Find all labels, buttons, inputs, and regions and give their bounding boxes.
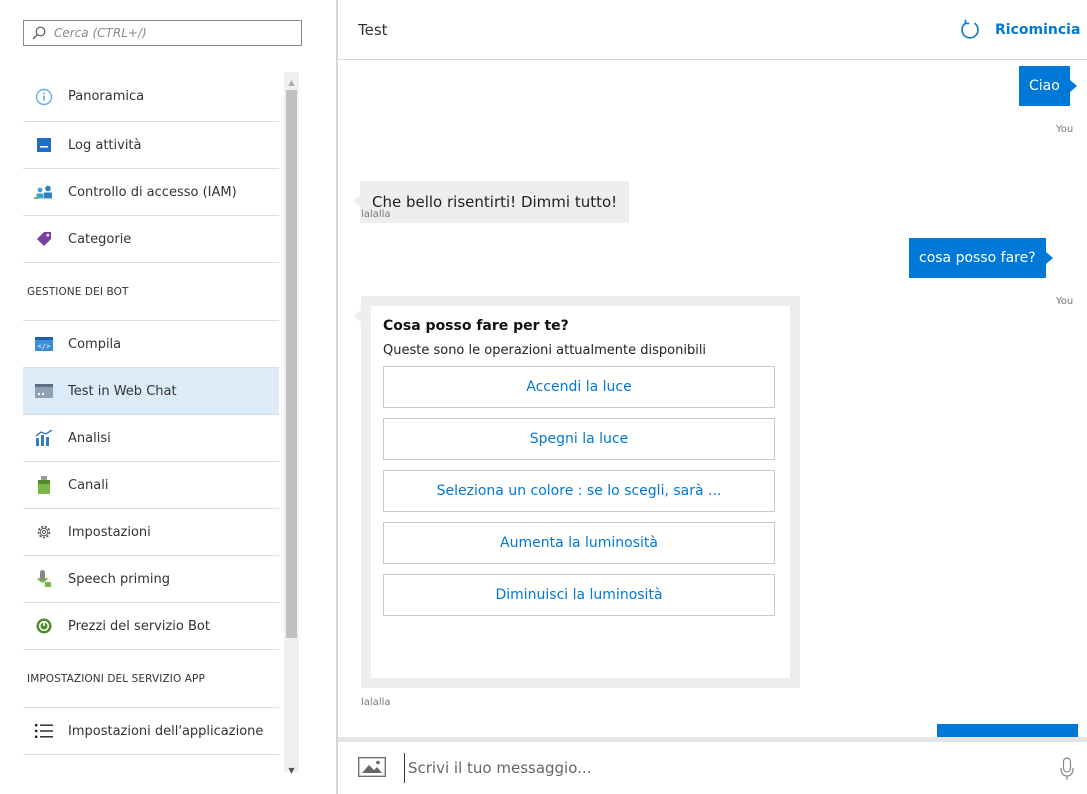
message-text: Ciao — [1029, 78, 1060, 94]
log-icon — [34, 135, 54, 155]
message-input[interactable] — [404, 753, 1004, 783]
search-input[interactable] — [54, 26, 294, 40]
user-message-bubble[interactable]: Ciao — [1019, 66, 1077, 106]
sidebar-item-label: Log attività — [68, 137, 142, 153]
microphone-icon — [1060, 757, 1074, 780]
sidebar-item-label: Controllo di accesso (IAM) — [68, 184, 237, 200]
code-icon: </> — [34, 334, 54, 354]
chat-panel: Test Ricomincia Ciao You Che bello risen… — [338, 0, 1087, 794]
section-header-servizio-app: IMPOSTAZIONI DEL SERVIZIO APP — [23, 650, 279, 708]
sidebar-item-label: Canali — [68, 477, 109, 493]
sidebar-item-label: Categorie — [68, 231, 132, 247]
sidebar-item-label: Analisi — [68, 430, 111, 446]
card-action-seleziona-colore[interactable]: Seleziona un colore : se lo scegli, sarà… — [383, 470, 775, 512]
users-icon — [34, 182, 54, 202]
sidebar-item-compila[interactable]: </> Compila — [23, 321, 279, 368]
app-root: Panoramica Log attività Controllo di acc… — [0, 0, 1087, 794]
search-icon — [32, 26, 46, 40]
sidebar-item-label: Impostazioni dell'applicazione — [68, 723, 264, 739]
sidebar-item-label: Compila — [68, 336, 122, 352]
sidebar-item-test-web-chat[interactable]: Test in Web Chat — [23, 368, 279, 415]
sidebar-item-log-attivita[interactable]: Log attività — [23, 122, 279, 169]
restart-label: Ricomincia — [995, 22, 1081, 38]
scroll-thumb[interactable] — [286, 90, 297, 638]
hero-card: Cosa posso fare per te? Queste sono le o… — [371, 306, 790, 678]
message-sender: lalalla — [361, 209, 391, 220]
chat-header: Test Ricomincia — [338, 0, 1087, 60]
sidebar: Panoramica Log attività Controllo di acc… — [0, 0, 320, 794]
list-icon — [34, 721, 54, 741]
search-box[interactable] — [23, 20, 302, 46]
section-header-gestione-bot: GESTIONE DEI BOT — [23, 263, 279, 321]
sidebar-item-label: Test in Web Chat — [68, 383, 177, 399]
pricing-icon — [34, 616, 54, 636]
user-message-bubble[interactable]: cosa posso fare? — [909, 238, 1053, 278]
sidebar-item-label: Speech priming — [68, 571, 170, 587]
sidebar-item-speech-priming[interactable]: Speech priming — [23, 556, 279, 603]
card-action-aumenta-luminosita[interactable]: Aumenta la luminosità — [383, 522, 775, 564]
speech-icon — [34, 569, 54, 589]
tag-icon — [34, 229, 54, 249]
sidebar-item-categorie[interactable]: Categorie — [23, 216, 279, 263]
message-text: Che bello risentirti! Dimmi tutto! — [372, 193, 618, 211]
gear-icon — [34, 522, 54, 542]
analytics-icon — [34, 428, 54, 448]
card-action-accendi-luce[interactable]: Accendi la luce — [383, 366, 775, 408]
attach-image-button[interactable] — [358, 757, 386, 781]
bot-card-bubble: Cosa posso fare per te? Queste sono le o… — [354, 296, 800, 688]
message-sender: lalalla — [361, 697, 391, 708]
card-action-diminuisci-luminosita[interactable]: Diminuisci la luminosità — [383, 574, 775, 616]
image-icon — [358, 757, 386, 777]
scroll-up-arrow-icon[interactable]: ▲ — [284, 74, 299, 90]
message-sender: You — [1056, 296, 1074, 307]
sidebar-item-prezzi[interactable]: Prezzi del servizio Bot — [23, 603, 279, 650]
chat-title: Test — [358, 21, 388, 39]
svg-text:</>: </> — [38, 343, 51, 351]
message-composer — [338, 737, 1087, 794]
sidebar-item-label: Panoramica — [68, 89, 145, 104]
card-text: Queste sono le operazioni attualmente di… — [383, 343, 707, 358]
info-icon — [34, 87, 54, 107]
card-action-spegni-luce[interactable]: Spegni la luce — [383, 418, 775, 460]
message-text: cosa posso fare? — [919, 250, 1036, 266]
bot-message-bubble[interactable]: Che bello risentirti! Dimmi tutto! — [352, 181, 630, 223]
scroll-down-arrow-icon[interactable]: ▼ — [284, 762, 299, 778]
sidebar-item-panoramica[interactable]: Panoramica — [23, 72, 279, 122]
sidebar-item-iam[interactable]: Controllo di accesso (IAM) — [23, 169, 279, 216]
restart-button[interactable]: Ricomincia — [959, 19, 1080, 41]
sidebar-item-label: Impostazioni — [68, 524, 151, 540]
message-list[interactable]: Ciao You Che bello risentirti! Dimmi tut… — [338, 61, 1087, 737]
microphone-button[interactable] — [1060, 757, 1074, 785]
user-message-bubble-partial[interactable] — [937, 724, 1078, 737]
sidebar-item-analisi[interactable]: Analisi — [23, 415, 279, 462]
message-sender: You — [1056, 124, 1074, 135]
card-title: Cosa posso fare per te? — [383, 318, 569, 334]
sidebar-item-canali[interactable]: Canali — [23, 462, 279, 509]
refresh-icon — [961, 19, 979, 39]
channels-icon — [34, 475, 54, 495]
sidebar-item-label: Prezzi del servizio Bot — [68, 618, 210, 634]
sidebar-menu: Panoramica Log attività Controllo di acc… — [23, 72, 279, 755]
sidebar-item-impostazioni-app[interactable]: Impostazioni dell'applicazione — [23, 708, 279, 755]
webchat-icon — [34, 381, 54, 401]
sidebar-item-impostazioni[interactable]: Impostazioni — [23, 509, 279, 556]
sidebar-scrollbar[interactable]: ▲ ▼ — [284, 72, 299, 775]
